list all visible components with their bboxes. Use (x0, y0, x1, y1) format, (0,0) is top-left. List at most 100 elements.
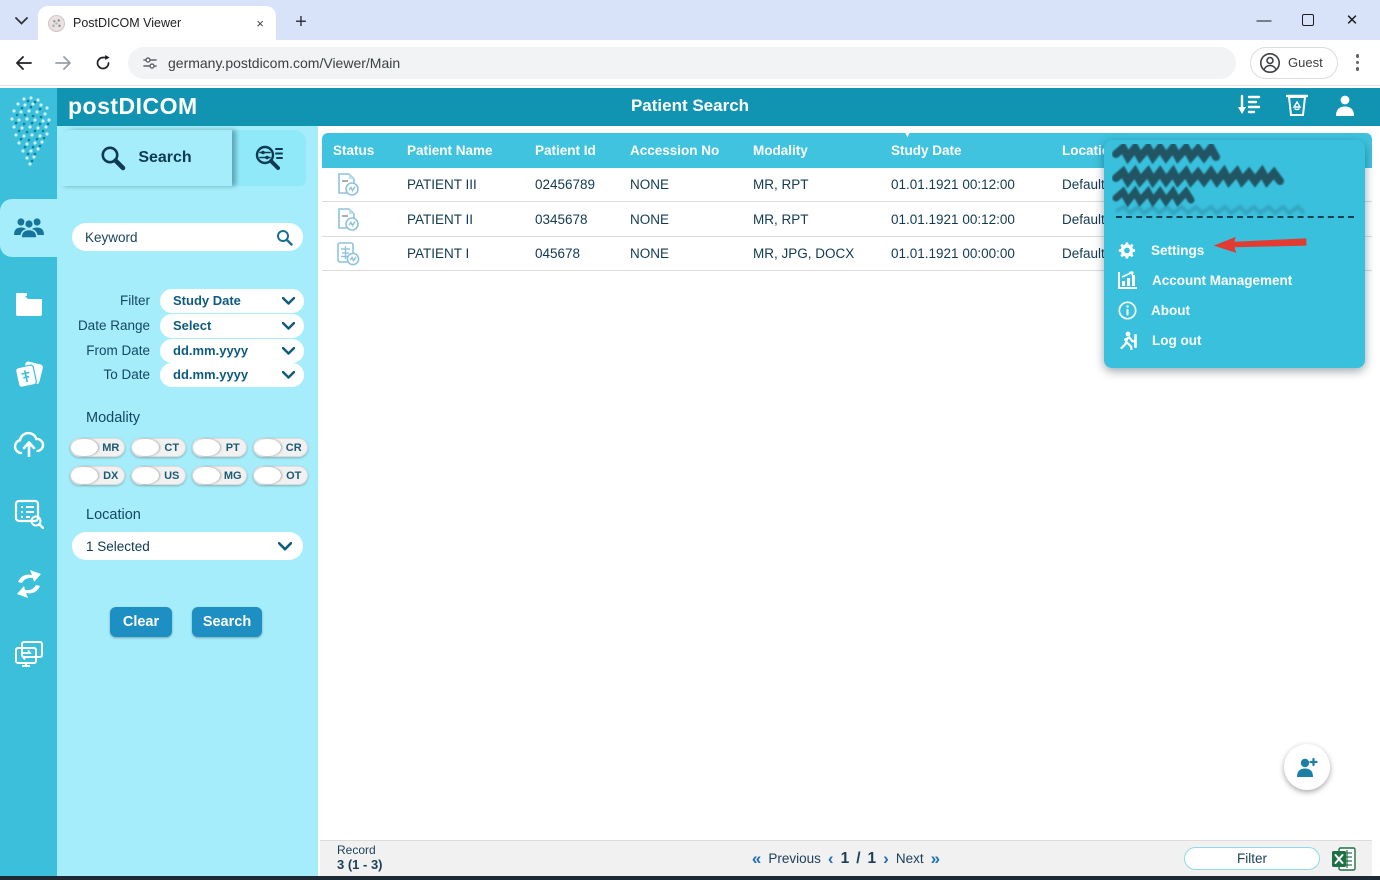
keyword-input[interactable] (85, 230, 276, 245)
toggle-knob (132, 439, 159, 456)
trash-recycle-icon[interactable] (1284, 92, 1310, 118)
menu-item-account-management[interactable]: Account Management (1118, 266, 1350, 294)
status-cell (322, 241, 396, 267)
toggle-knob (254, 467, 281, 484)
cloud-upload-icon (12, 430, 46, 458)
modality-toggle-dx[interactable]: DX (70, 466, 125, 485)
export-excel-icon[interactable] (1332, 847, 1356, 871)
modality-toggle-mr[interactable]: MR (70, 438, 125, 457)
to-date-select[interactable]: dd.mm.yyyy (160, 363, 304, 387)
search-button[interactable]: Search (192, 607, 262, 637)
xray-films-icon (13, 358, 45, 390)
cell-study-date: 01.01.1921 00:12:00 (880, 177, 1051, 192)
cell-patient-name: PATIENT II (396, 212, 524, 227)
filter-select[interactable]: Study Date (160, 289, 304, 313)
sidebar-item-studies[interactable] (0, 348, 57, 400)
forward-button[interactable] (46, 46, 80, 80)
date-range-row: Date Range Select (62, 313, 304, 338)
column-patient-name[interactable]: Patient Name (396, 143, 524, 158)
url-bar[interactable]: germany.postdicom.com/Viewer/Main (128, 47, 1236, 79)
toggle-knob (193, 467, 220, 484)
date-range-select[interactable]: Select (160, 314, 304, 338)
browser-tab-strip: PostDICOM Viewer × + — ✕ (0, 0, 1380, 40)
cell-accession: NONE (619, 246, 742, 261)
sidebar-item-patient-search[interactable] (0, 199, 57, 257)
user-menu-icon[interactable] (1332, 92, 1358, 118)
redacted-user-info (1112, 144, 1362, 216)
minimize-button[interactable]: — (1254, 12, 1274, 29)
sidebar-item-folders[interactable] (0, 278, 57, 330)
new-tab-button[interactable]: + (288, 10, 314, 36)
annotation-red-arrow (1212, 233, 1308, 255)
cell-patient-id: 0345678 (524, 212, 619, 227)
column-study-date-label: Study Date (891, 143, 962, 158)
toggle-knob (193, 439, 220, 456)
column-status[interactable]: Status (322, 143, 396, 158)
browser-tab[interactable]: PostDICOM Viewer × (38, 6, 276, 40)
url-text: germany.postdicom.com/Viewer/Main (168, 55, 400, 71)
previous-button[interactable]: Previous (768, 851, 821, 866)
menu-item-label: Settings (1151, 243, 1204, 258)
sidebar-item-transfer[interactable] (0, 628, 57, 680)
cell-modality: MR, RPT (742, 177, 880, 192)
chevron-down-icon (15, 17, 28, 25)
toggle-knob (132, 467, 159, 484)
browser-menu-button[interactable] (1350, 48, 1366, 77)
back-button[interactable] (6, 46, 40, 80)
modality-toggle-cr[interactable]: CR (253, 438, 308, 457)
next-page-button[interactable]: › (883, 849, 889, 869)
sidebar-item-upload[interactable] (0, 418, 57, 470)
sidebar-item-share[interactable] (0, 558, 57, 610)
monitor-transfer-icon (14, 640, 44, 668)
modality-toggle-label: DX (98, 470, 125, 482)
last-page-button[interactable]: » (931, 849, 940, 869)
tab-search-button[interactable] (8, 9, 34, 33)
clear-button[interactable]: Clear (110, 607, 172, 637)
cell-study-date: 01.01.1921 00:12:00 (880, 212, 1051, 227)
results-filter-input[interactable] (1184, 847, 1320, 870)
menu-item-about[interactable]: About (1118, 296, 1350, 324)
sidebar-item-worklist[interactable] (0, 488, 57, 540)
column-modality[interactable]: Modality (742, 143, 880, 158)
to-date-label: To Date (62, 367, 160, 382)
location-select[interactable]: 1 Selected (72, 532, 303, 560)
tab-close-icon[interactable]: × (254, 16, 266, 31)
modality-toggle-label: MR (98, 442, 125, 454)
modality-toggle-mg[interactable]: MG (192, 466, 247, 485)
modality-toggle-ct[interactable]: CT (131, 438, 186, 457)
column-accession-no[interactable]: Accession No (619, 143, 742, 158)
column-study-date[interactable]: ▼Study Date (880, 143, 1051, 158)
modality-toggle-us[interactable]: US (131, 466, 186, 485)
page-title: Patient Search (0, 96, 1380, 116)
share-patient-fab[interactable] (1284, 744, 1330, 790)
keyword-search-icon[interactable] (276, 229, 293, 246)
profile-avatar-icon (1259, 52, 1281, 74)
to-date-value: dd.mm.yyyy (173, 367, 248, 382)
profile-button[interactable]: Guest (1250, 47, 1338, 79)
menu-item-logout[interactable]: Log out (1118, 326, 1350, 354)
brand-brain-logo (4, 93, 54, 167)
tab-basic-search[interactable]: Search (60, 130, 232, 186)
window-bottom-edge (0, 876, 1380, 880)
tab-advanced-search[interactable] (232, 130, 306, 186)
close-button[interactable]: ✕ (1342, 11, 1362, 29)
gear-icon (1118, 241, 1137, 260)
back-arrow-icon (15, 56, 32, 70)
prev-page-button[interactable]: ‹ (828, 849, 834, 869)
header-actions (1236, 92, 1358, 118)
chevron-down-icon (278, 542, 292, 551)
from-date-select[interactable]: dd.mm.yyyy (160, 339, 304, 363)
sort-list-icon[interactable] (1236, 92, 1262, 118)
from-date-label: From Date (62, 343, 160, 358)
maximize-button[interactable] (1302, 14, 1314, 26)
modality-toggle-pt[interactable]: PT (192, 438, 247, 457)
next-button[interactable]: Next (896, 851, 924, 866)
menu-item-label: About (1151, 303, 1190, 318)
modality-toggle-ot[interactable]: OT (253, 466, 308, 485)
reload-icon (95, 55, 111, 71)
tab-title: PostDICOM Viewer (73, 16, 246, 30)
first-page-button[interactable]: « (752, 849, 761, 869)
reload-button[interactable] (86, 46, 120, 80)
column-patient-id[interactable]: Patient Id (524, 143, 619, 158)
report-status-icon (335, 207, 361, 233)
